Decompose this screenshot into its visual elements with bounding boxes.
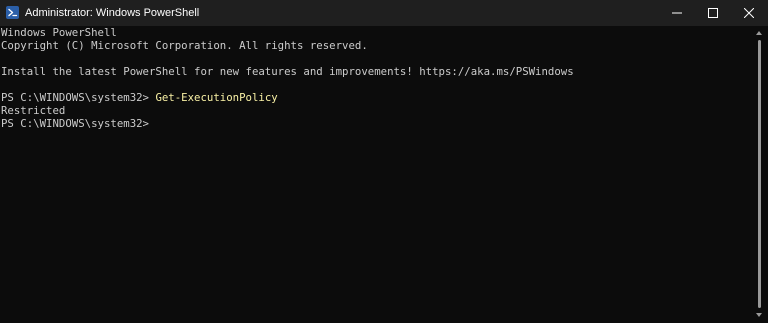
scroll-up-icon[interactable] [756,31,762,35]
scroll-down-icon[interactable] [756,313,762,317]
prompt-text: PS C:\WINDOWS\system32> [1,91,156,104]
console-line: Restricted [1,104,66,117]
vertical-scrollbar[interactable] [752,26,768,323]
maximize-icon [708,8,718,18]
title-bar[interactable]: Administrator: Windows PowerShell [0,0,768,26]
console-prompt[interactable]: PS C:\WINDOWS\system32> [1,117,149,130]
console-output[interactable]: Windows PowerShell Copyright (C) Microso… [0,26,752,323]
close-icon [744,8,754,18]
console-line: Windows PowerShell [1,26,117,39]
minimize-icon [672,12,682,14]
console-line: Install the latest PowerShell for new fe… [1,65,574,78]
maximize-button[interactable] [695,0,731,26]
scroll-thumb[interactable] [758,40,761,308]
powershell-icon [6,6,19,19]
console-line: Copyright (C) Microsoft Corporation. All… [1,39,368,52]
console-line-command: PS C:\WINDOWS\system32> Get-ExecutionPol… [1,91,278,104]
powershell-window: Administrator: Windows PowerShell Window… [0,0,768,323]
command-text: Get-ExecutionPolicy [155,91,278,104]
close-button[interactable] [731,0,767,26]
minimize-button[interactable] [659,0,695,26]
window-title: Administrator: Windows PowerShell [25,7,200,19]
